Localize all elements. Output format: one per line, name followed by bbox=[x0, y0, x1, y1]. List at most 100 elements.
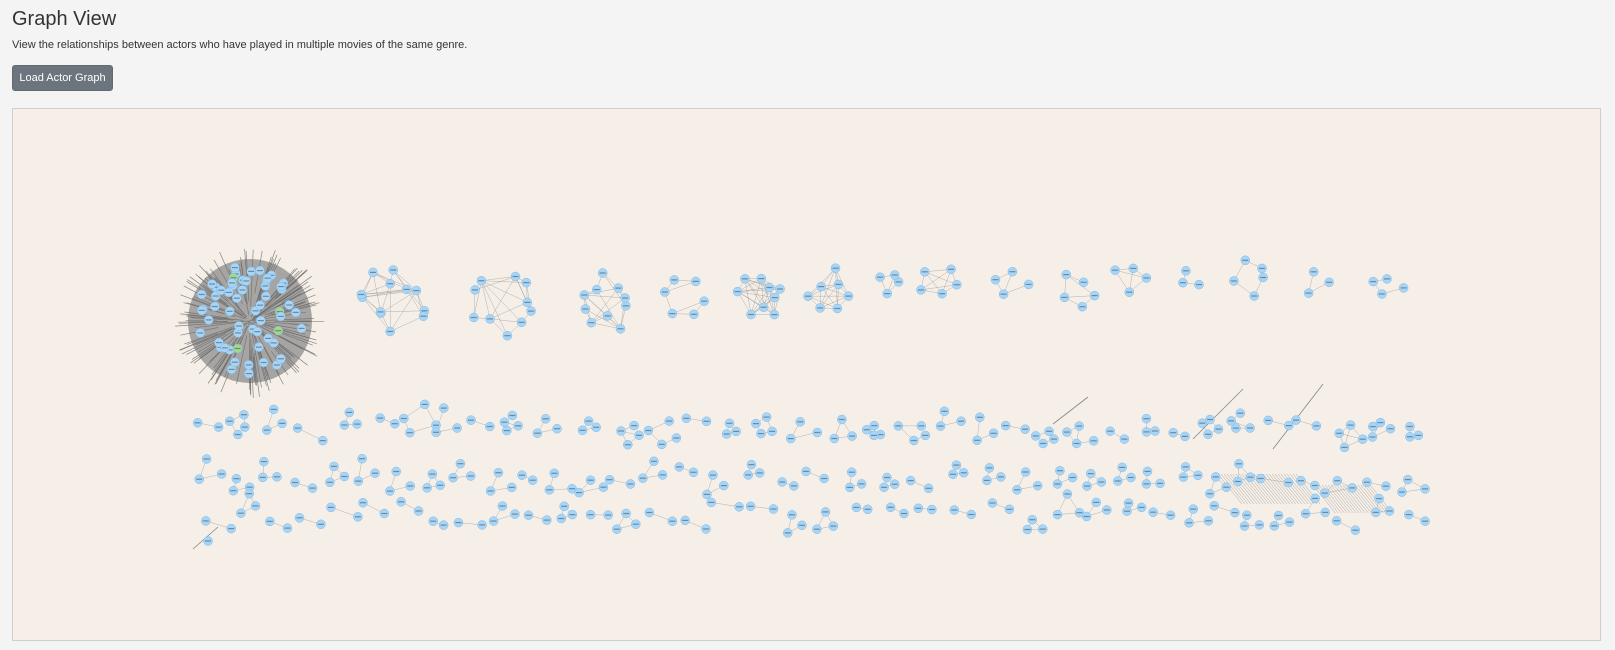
actor-node-label bbox=[278, 286, 285, 288]
actor-node-label bbox=[359, 458, 366, 460]
actor-node-label bbox=[907, 480, 914, 482]
actor-node-label bbox=[212, 295, 219, 297]
actor-node-label bbox=[230, 490, 237, 492]
actor-node-label bbox=[925, 487, 932, 489]
actor-node-label bbox=[1130, 267, 1137, 269]
actor-node-label bbox=[479, 524, 486, 526]
actor-node-label bbox=[1251, 295, 1258, 297]
page-title: Graph View bbox=[12, 8, 117, 30]
actor-node-label bbox=[355, 480, 362, 482]
actor-node-label bbox=[512, 275, 519, 278]
actor-node-label bbox=[1369, 436, 1376, 438]
actor-node-label bbox=[1242, 259, 1249, 261]
actor-node-label bbox=[787, 438, 794, 440]
actor-node-label bbox=[1076, 512, 1083, 514]
actor-node-label bbox=[1322, 511, 1329, 513]
actor-node-label bbox=[326, 481, 333, 483]
actor-node-label bbox=[1234, 480, 1241, 483]
actor-node-label bbox=[421, 310, 428, 312]
actor-node-label bbox=[270, 342, 277, 344]
actor-node-label bbox=[1080, 281, 1087, 283]
actor-node-label bbox=[789, 514, 795, 516]
actor-node-label bbox=[1212, 476, 1219, 478]
actor-node-label bbox=[1084, 485, 1090, 487]
actor-node-label bbox=[835, 283, 842, 285]
actor-node-label bbox=[218, 289, 225, 291]
actor-node-label bbox=[953, 284, 960, 286]
actor-node-label bbox=[1143, 483, 1150, 485]
actor-node-label bbox=[797, 421, 804, 423]
actor-node-label bbox=[1144, 470, 1151, 472]
actor-node-label bbox=[262, 295, 269, 297]
actor-node-label bbox=[960, 472, 967, 474]
actor-node-label bbox=[1352, 529, 1359, 531]
actor-node-label bbox=[1063, 274, 1070, 276]
actor-node-label bbox=[1190, 508, 1197, 510]
actor-node-label bbox=[252, 310, 259, 312]
actor-node-label bbox=[1228, 420, 1235, 422]
actor-node-label bbox=[1349, 487, 1356, 489]
actor-node-label bbox=[830, 525, 837, 527]
actor-node-label bbox=[747, 505, 754, 507]
actor-node-label bbox=[941, 410, 948, 412]
actor-node-label bbox=[499, 505, 506, 507]
actor-node-label bbox=[666, 420, 673, 422]
actor-node-label bbox=[915, 507, 922, 509]
actor-node-label bbox=[1404, 479, 1411, 481]
actor-node-label bbox=[231, 361, 238, 363]
actor-node-label bbox=[254, 331, 261, 333]
actor-node-label bbox=[587, 479, 594, 481]
actor-node-label bbox=[1406, 425, 1413, 428]
actor-node-label bbox=[1138, 506, 1145, 508]
actor-node-label bbox=[309, 487, 316, 489]
actor-node-label bbox=[1119, 466, 1126, 468]
actor-node-label bbox=[790, 485, 797, 487]
actor-node-label bbox=[504, 335, 511, 337]
actor-node-label bbox=[487, 490, 494, 492]
actor-node-label bbox=[937, 425, 944, 427]
actor-node-label bbox=[650, 460, 657, 462]
actor-node-label bbox=[386, 490, 393, 492]
actor-node-label bbox=[279, 422, 286, 424]
actor-node-label bbox=[1121, 438, 1128, 440]
actor-node-label bbox=[257, 320, 264, 322]
actor-node-label bbox=[1257, 477, 1264, 480]
actor-node-label bbox=[1382, 485, 1389, 487]
actor-node-label bbox=[701, 300, 708, 302]
actor-node-label bbox=[1298, 480, 1304, 482]
actor-node-label bbox=[237, 512, 244, 514]
actor-node-label bbox=[1103, 509, 1110, 511]
actor-node-label bbox=[424, 487, 431, 489]
actor-node-label bbox=[1196, 284, 1202, 286]
actor-node-label bbox=[1128, 476, 1134, 479]
actor-node-label bbox=[528, 310, 535, 312]
actor-node-label bbox=[887, 506, 894, 508]
actor-graph-svg[interactable] bbox=[13, 109, 1600, 640]
graph-canvas[interactable] bbox=[12, 108, 1601, 641]
actor-node-label bbox=[490, 520, 497, 522]
actor-node-label bbox=[263, 429, 270, 431]
actor-node-label bbox=[256, 270, 263, 272]
actor-node-label bbox=[1235, 463, 1242, 465]
actor-node-label bbox=[953, 464, 960, 466]
actor-node-label bbox=[393, 470, 400, 473]
actor-node-label bbox=[921, 271, 928, 273]
actor-node-label bbox=[209, 283, 215, 285]
actor-node-label bbox=[1083, 515, 1090, 518]
actor-node-label bbox=[1207, 418, 1213, 421]
actor-node-label bbox=[569, 514, 576, 516]
actor-node-label bbox=[235, 332, 241, 334]
actor-node-label bbox=[636, 434, 643, 436]
actor-node-label bbox=[1006, 508, 1013, 510]
actor-node-label bbox=[228, 528, 235, 530]
actor-node-label bbox=[1285, 425, 1292, 427]
load-actor-graph-button[interactable]: Load Actor Graph bbox=[12, 65, 113, 91]
graph-edge bbox=[1324, 484, 1348, 514]
actor-node-label bbox=[1150, 511, 1157, 513]
actor-node-label bbox=[377, 417, 384, 419]
actor-node-label bbox=[255, 346, 262, 348]
actor-node-label bbox=[813, 528, 820, 530]
actor-node-label bbox=[398, 501, 405, 503]
node-layer bbox=[192, 255, 1430, 546]
actor-node-label bbox=[1370, 281, 1377, 283]
